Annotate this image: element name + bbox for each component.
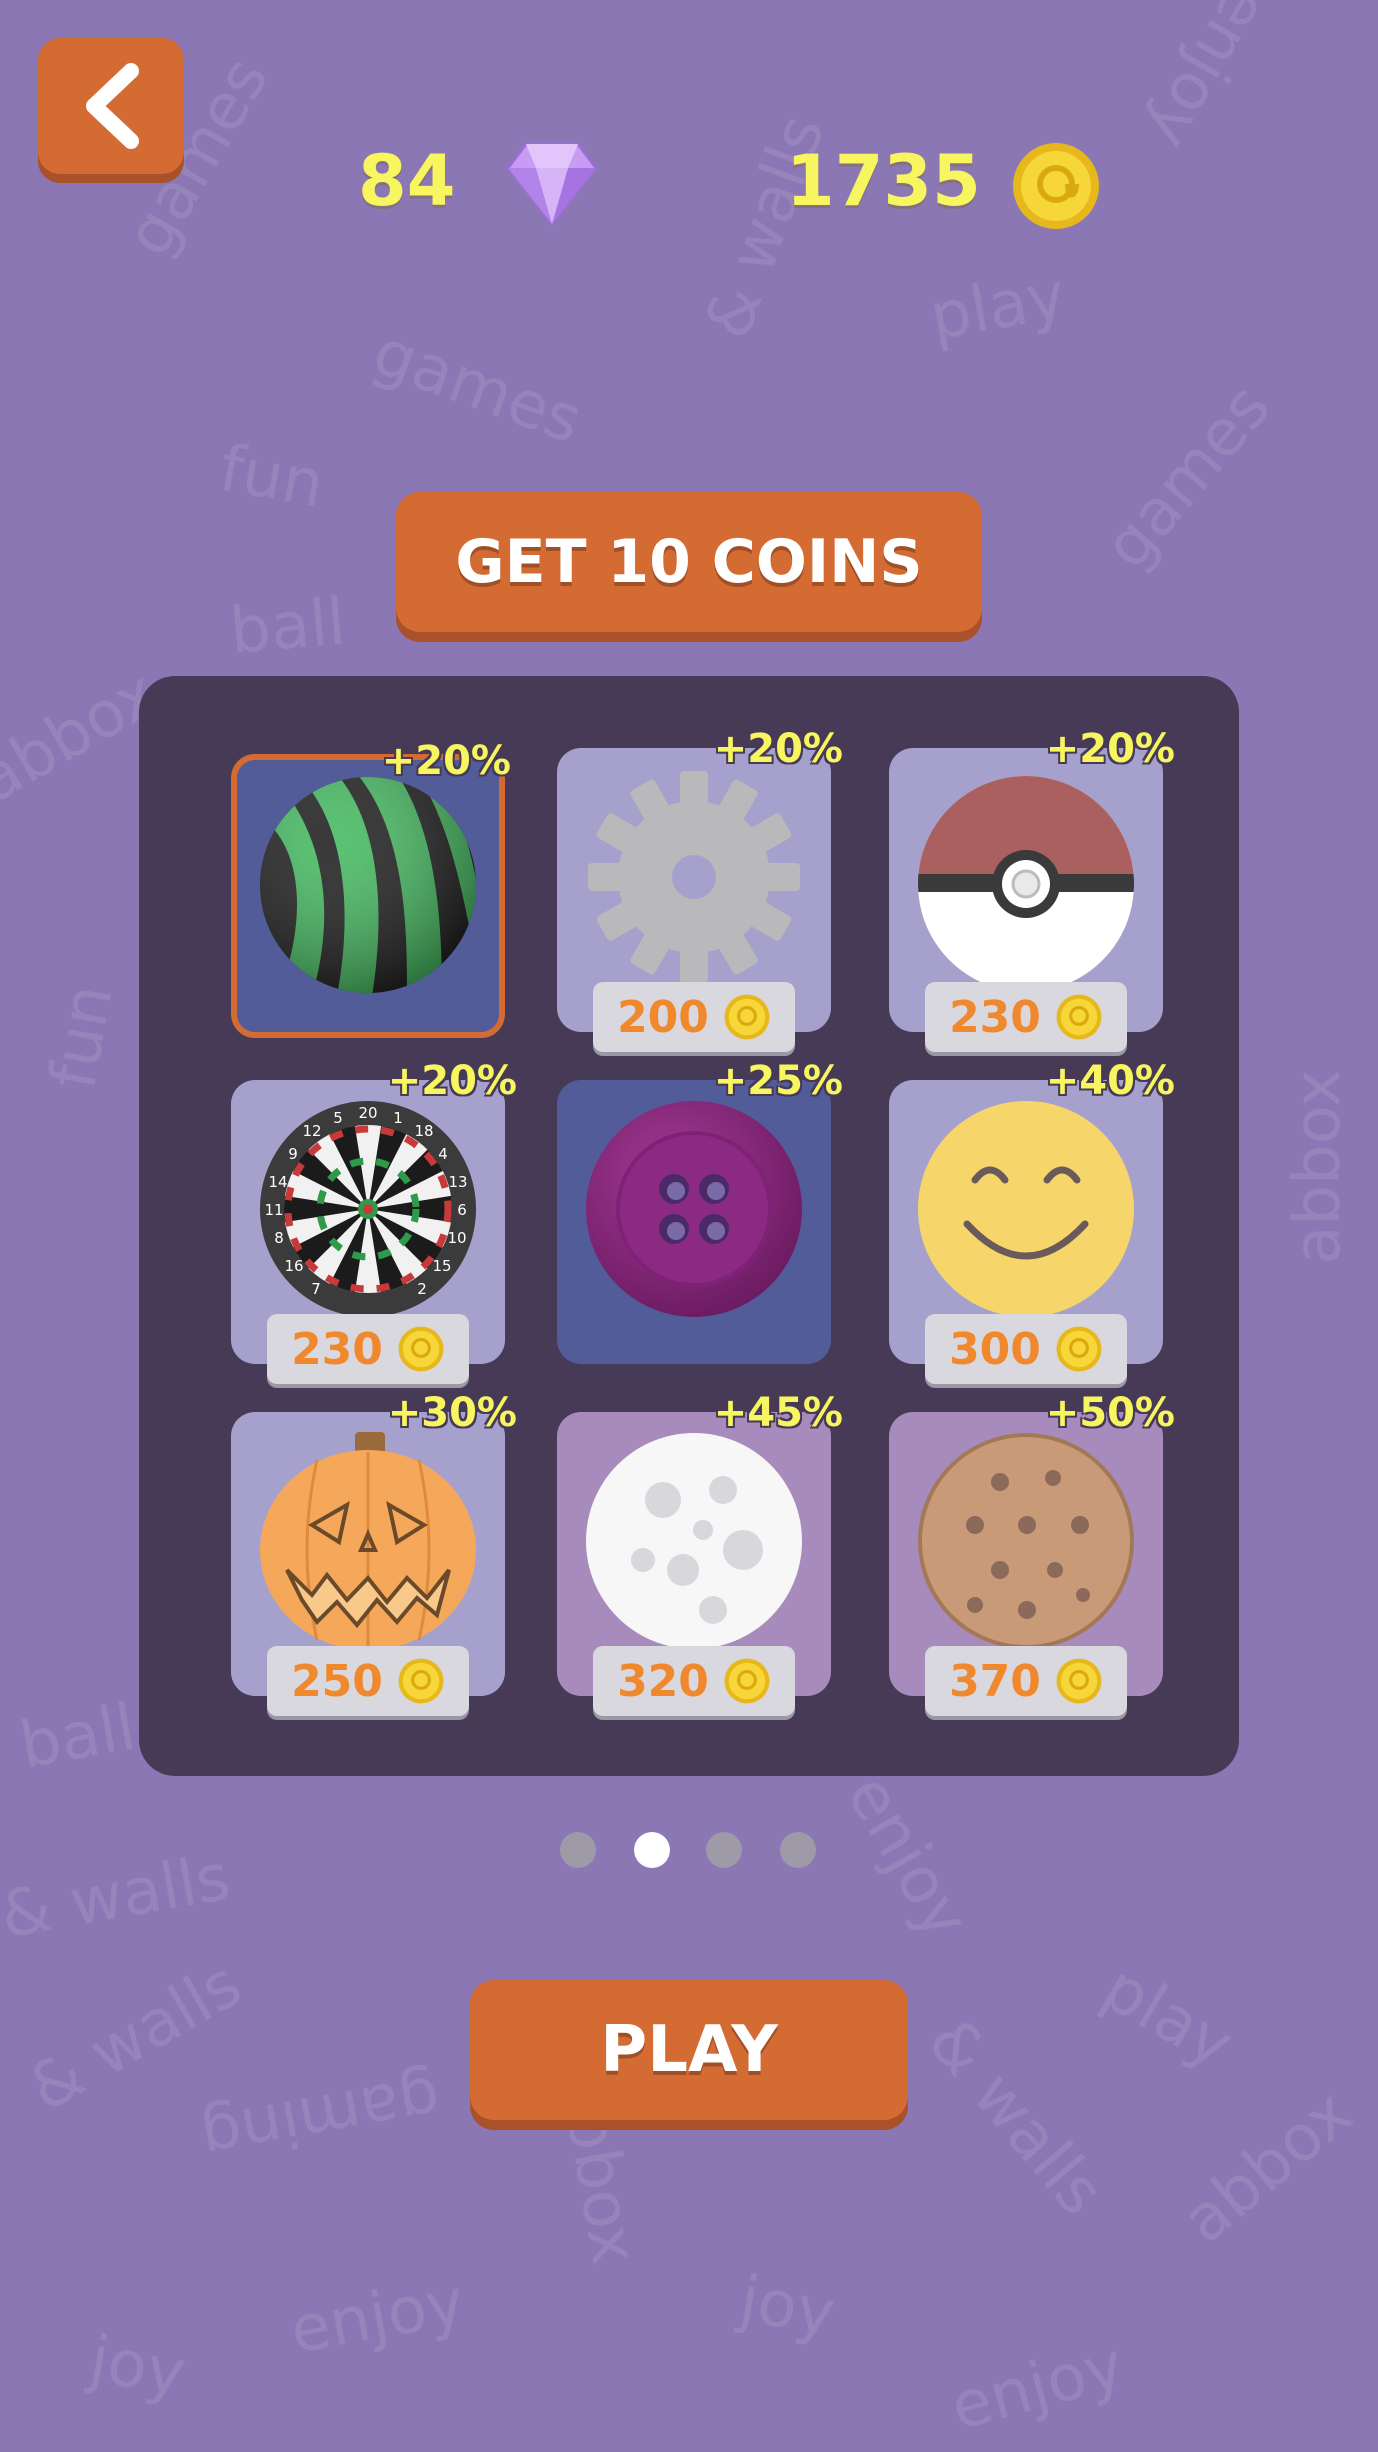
price-tag: 320: [593, 1646, 795, 1716]
watermark-word: & walls: [16, 1947, 254, 2127]
svg-text:14: 14: [268, 1173, 287, 1191]
page-dot-2[interactable]: [634, 1832, 670, 1868]
coin-icon: [1013, 143, 1099, 229]
skins-panel: +20% +20% 200 +20% 230 +20% 20 1 18 4 13…: [139, 676, 1239, 1776]
svg-text:18: 18: [414, 1122, 433, 1140]
svg-text:15: 15: [432, 1257, 451, 1275]
watermark-word: enjoy: [943, 2328, 1132, 2446]
watermark-word: games: [363, 315, 592, 459]
svg-text:8: 8: [274, 1229, 284, 1247]
coins-value: 1735: [786, 140, 981, 222]
skin-cell-pokeball[interactable]: +20% 230: [889, 726, 1175, 1052]
watermark-word: play: [924, 258, 1071, 356]
watermark-word: enjoy: [284, 2265, 470, 2369]
skin-cell-dartboard-ball[interactable]: +20% 20 1 18 4 13 6 10 15 2 5 12 9 14 11…: [231, 1058, 517, 1384]
price-value: 230: [291, 1323, 383, 1375]
gear-ball-icon: [588, 771, 800, 983]
chevron-left-icon: [86, 63, 139, 149]
striped-ball-icon: [260, 777, 476, 993]
pumpkin-ball-icon: [260, 1432, 476, 1650]
svg-text:4: 4: [438, 1145, 448, 1163]
svg-text:16: 16: [284, 1257, 303, 1275]
watermark-word: enjoy: [1131, 0, 1284, 162]
watermark-word: games: [1090, 370, 1285, 584]
price-value: 200: [617, 991, 709, 1043]
coin-icon: [1056, 1658, 1102, 1704]
page-dot-4[interactable]: [780, 1832, 816, 1868]
watermark-word: fun: [36, 979, 128, 1095]
price-tag: 200: [593, 982, 795, 1052]
skin-cell-smiley-ball[interactable]: +40% 300: [889, 1058, 1175, 1384]
watermark-word: & walls: [912, 2004, 1118, 2230]
price-value: 370: [949, 1655, 1041, 1707]
button-ball-icon: [586, 1101, 802, 1317]
skin-cell-snowball[interactable]: +45% 320: [557, 1390, 843, 1716]
watermark-word: abbox: [1280, 1069, 1355, 1265]
skin-cell-cookie-ball[interactable]: +50% 370: [889, 1390, 1175, 1716]
page-dot-3[interactable]: [706, 1832, 742, 1868]
svg-text:5: 5: [333, 1109, 343, 1127]
price-tag: 250: [267, 1646, 469, 1716]
watermark-word: play: [1090, 1951, 1245, 2083]
skin-cell-button-ball[interactable]: +25%: [557, 1058, 843, 1364]
back-button[interactable]: [38, 38, 184, 174]
svg-text:1: 1: [393, 1109, 403, 1127]
coin-icon: [1056, 994, 1102, 1040]
skin-cell-gear-ball[interactable]: +20% 200: [557, 726, 843, 1052]
watermark-word: joy: [84, 2322, 191, 2412]
get-coins-button[interactable]: GET 10 COINS: [396, 492, 982, 632]
svg-text:20: 20: [358, 1104, 377, 1122]
svg-text:10: 10: [447, 1229, 466, 1247]
price-tag: 230: [267, 1314, 469, 1384]
pokeball-icon: [918, 776, 1134, 988]
coin-icon: [398, 1326, 444, 1372]
watermark-word: fun: [214, 431, 330, 523]
watermark-word: ball: [226, 585, 349, 669]
watermark-word: ball: [14, 1690, 141, 1784]
svg-text:9: 9: [288, 1145, 298, 1163]
watermark-word: joy: [734, 2262, 841, 2352]
coin-icon: [398, 1658, 444, 1704]
price-tag: 230: [925, 982, 1127, 1052]
gems-value: 84: [358, 140, 456, 222]
svg-text:2: 2: [417, 1280, 427, 1298]
price-tag: 300: [925, 1314, 1127, 1384]
svg-text:6: 6: [457, 1201, 467, 1219]
page-dot-1[interactable]: [560, 1832, 596, 1868]
watermark-word: gaming: [195, 2059, 446, 2175]
skin-cell-pumpkin-ball[interactable]: +30% 250: [231, 1390, 517, 1716]
smiley-ball-icon: [918, 1101, 1134, 1317]
price-value: 230: [949, 991, 1041, 1043]
coin-icon: [724, 1658, 770, 1704]
watermark-word: abbox: [1169, 2075, 1367, 2259]
cookie-ball-icon: [918, 1433, 1134, 1649]
svg-text:11: 11: [264, 1201, 283, 1219]
price-value: 300: [949, 1323, 1041, 1375]
gem-icon: [506, 142, 598, 226]
coin-icon: [1056, 1326, 1102, 1372]
dartboard-ball-icon: 20 118 4136 10152 5129 14118 167: [260, 1101, 476, 1317]
svg-text:13: 13: [448, 1173, 467, 1191]
coin-icon: [724, 994, 770, 1040]
price-value: 250: [291, 1655, 383, 1707]
skin-cell-striped-ball[interactable]: +20%: [231, 738, 511, 1038]
svg-text:12: 12: [302, 1122, 321, 1140]
snowball-icon: [586, 1433, 802, 1649]
page-indicator: [0, 1832, 1378, 1872]
price-tag: 370: [925, 1646, 1127, 1716]
play-button[interactable]: PLAY: [470, 1980, 908, 2120]
price-value: 320: [617, 1655, 709, 1707]
svg-text:7: 7: [311, 1280, 321, 1298]
